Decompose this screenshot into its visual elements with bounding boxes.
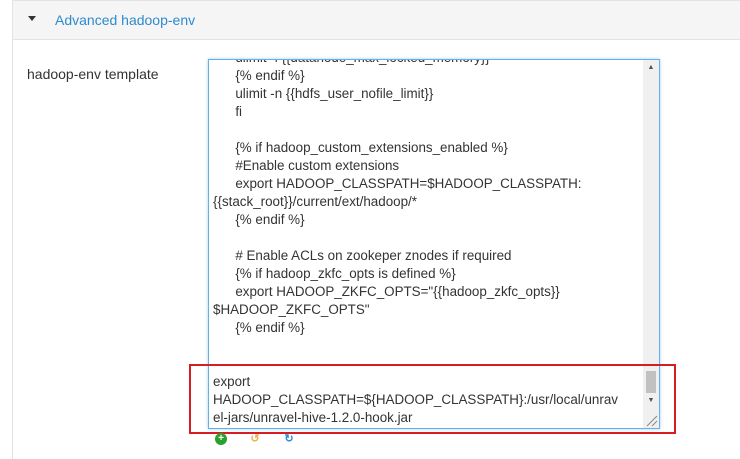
config-page: Advanced hadoop-env hadoop-env template … (0, 0, 740, 459)
template-textarea[interactable]: ulimit -l {{datanode_max_locked_memory}}… (208, 59, 660, 429)
undo-icon[interactable]: ↺ (249, 433, 261, 445)
scroll-up-arrow-icon[interactable]: ▲ (643, 60, 659, 76)
resize-grip-icon[interactable] (644, 413, 658, 427)
section-title[interactable]: Advanced hadoop-env (55, 12, 195, 28)
vertical-scrollbar[interactable]: ▲ ▼ (643, 60, 659, 428)
plus-circle-icon[interactable]: + (215, 433, 227, 445)
template-content[interactable]: ulimit -l {{datanode_max_locked_memory}}… (213, 60, 643, 427)
scroll-down-arrow-icon[interactable]: ▼ (643, 393, 659, 409)
field-label: hadoop-env template (27, 66, 159, 82)
section-header[interactable]: Advanced hadoop-env (13, 1, 740, 40)
refresh-icon[interactable]: ↻ (283, 433, 295, 445)
scrollbar-thumb[interactable] (646, 371, 656, 393)
caret-down-icon[interactable] (28, 16, 36, 21)
